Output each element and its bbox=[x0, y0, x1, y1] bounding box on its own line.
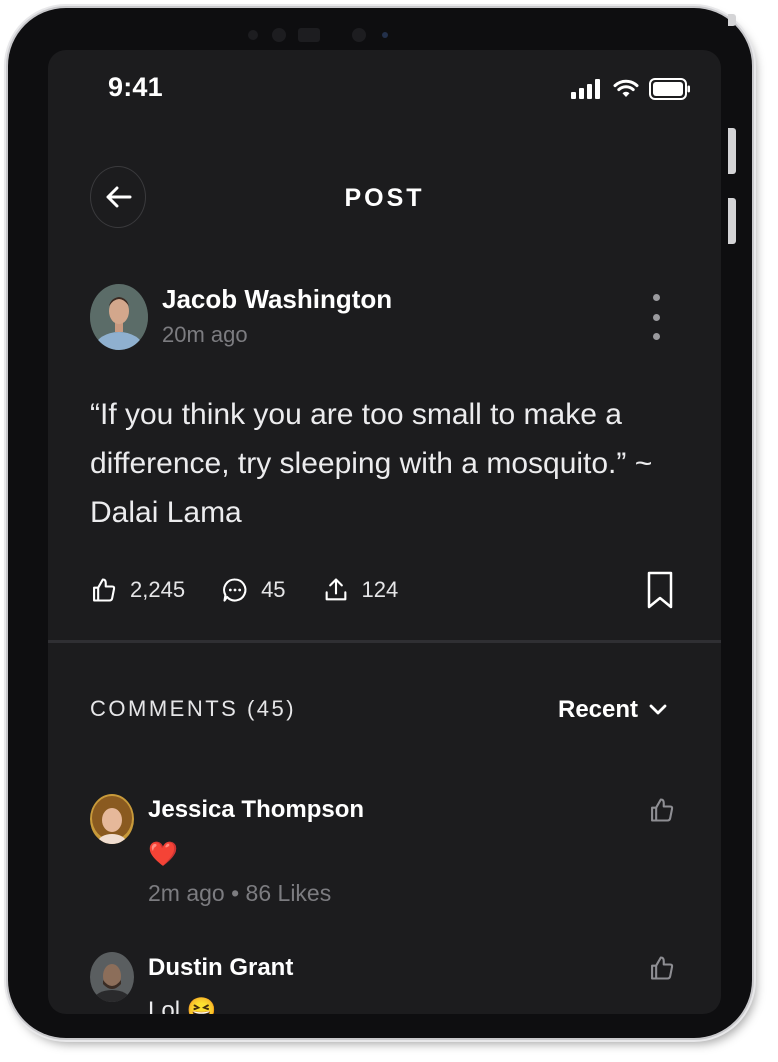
chevron-down-icon bbox=[649, 704, 667, 715]
section-divider bbox=[48, 640, 721, 643]
comment-count: 45 bbox=[261, 577, 286, 602]
device-volume-up-button bbox=[728, 128, 736, 174]
share-icon bbox=[325, 578, 346, 601]
battery-icon bbox=[649, 78, 690, 100]
like-count: 2,245 bbox=[130, 577, 186, 602]
author-avatar[interactable] bbox=[90, 284, 148, 350]
device-volume-down-button bbox=[728, 198, 736, 244]
comments-sort-dropdown[interactable]: Recent bbox=[558, 696, 670, 724]
share-count: 124 bbox=[361, 577, 399, 602]
commenter-name[interactable]: Dustin Grant bbox=[148, 954, 293, 982]
sort-label: Recent bbox=[558, 696, 639, 723]
comment-like-button[interactable] bbox=[648, 954, 676, 987]
device-frame: 9:41 POST Jacob Washington 20m ago “If y… bbox=[8, 8, 752, 1038]
status-icons bbox=[571, 78, 691, 100]
status-time: 9:41 bbox=[108, 72, 163, 102]
like-button[interactable]: 2,245 bbox=[90, 576, 185, 604]
more-vertical-icon bbox=[652, 333, 660, 340]
thumbs-up-icon bbox=[93, 578, 116, 602]
comments-title: COMMENTS (45) bbox=[90, 696, 297, 721]
page-title: POST bbox=[344, 184, 425, 212]
commenter-avatar[interactable] bbox=[90, 952, 134, 1002]
bookmark-icon bbox=[647, 571, 673, 609]
more-vertical-icon bbox=[652, 313, 660, 321]
comment-icon bbox=[223, 578, 247, 602]
sensor-dot bbox=[352, 28, 366, 42]
sensor-dot bbox=[298, 28, 320, 42]
comment-text: ❤️ bbox=[148, 841, 178, 868]
comment-button[interactable]: 45 bbox=[221, 576, 286, 604]
comment-meta: 2m ago • 86 Likes bbox=[148, 880, 332, 906]
commenter-avatar-image bbox=[90, 952, 134, 1002]
app-screen: 9:41 POST Jacob Washington 20m ago “If y… bbox=[48, 50, 721, 1014]
commenter-name[interactable]: Jessica Thompson bbox=[148, 796, 364, 824]
signal-icon bbox=[571, 79, 600, 99]
share-button[interactable]: 124 bbox=[322, 576, 399, 604]
author-name[interactable]: Jacob Washington bbox=[162, 284, 392, 315]
post-timestamp: 20m ago bbox=[162, 322, 248, 347]
sensor-dot bbox=[248, 30, 258, 40]
thumbs-up-icon bbox=[651, 798, 674, 822]
camera-bar bbox=[248, 22, 398, 48]
device-side-button bbox=[728, 14, 736, 26]
more-options-button[interactable] bbox=[646, 294, 666, 340]
comment-like-button[interactable] bbox=[648, 796, 676, 829]
comment-text: Lol 😆 bbox=[148, 997, 217, 1014]
camera-lens bbox=[382, 32, 388, 38]
more-vertical-icon bbox=[652, 294, 660, 301]
wifi-icon bbox=[613, 79, 639, 97]
commenter-avatar-image bbox=[90, 794, 134, 844]
bookmark-button[interactable] bbox=[646, 570, 674, 615]
commenter-avatar[interactable] bbox=[90, 794, 134, 844]
post-body: “If you think you are too small to make … bbox=[90, 398, 653, 529]
author-avatar-image bbox=[90, 284, 148, 350]
sensor-dot bbox=[272, 28, 286, 42]
thumbs-up-icon bbox=[651, 956, 674, 980]
post-actions: 2,245 45 124 bbox=[90, 570, 434, 610]
